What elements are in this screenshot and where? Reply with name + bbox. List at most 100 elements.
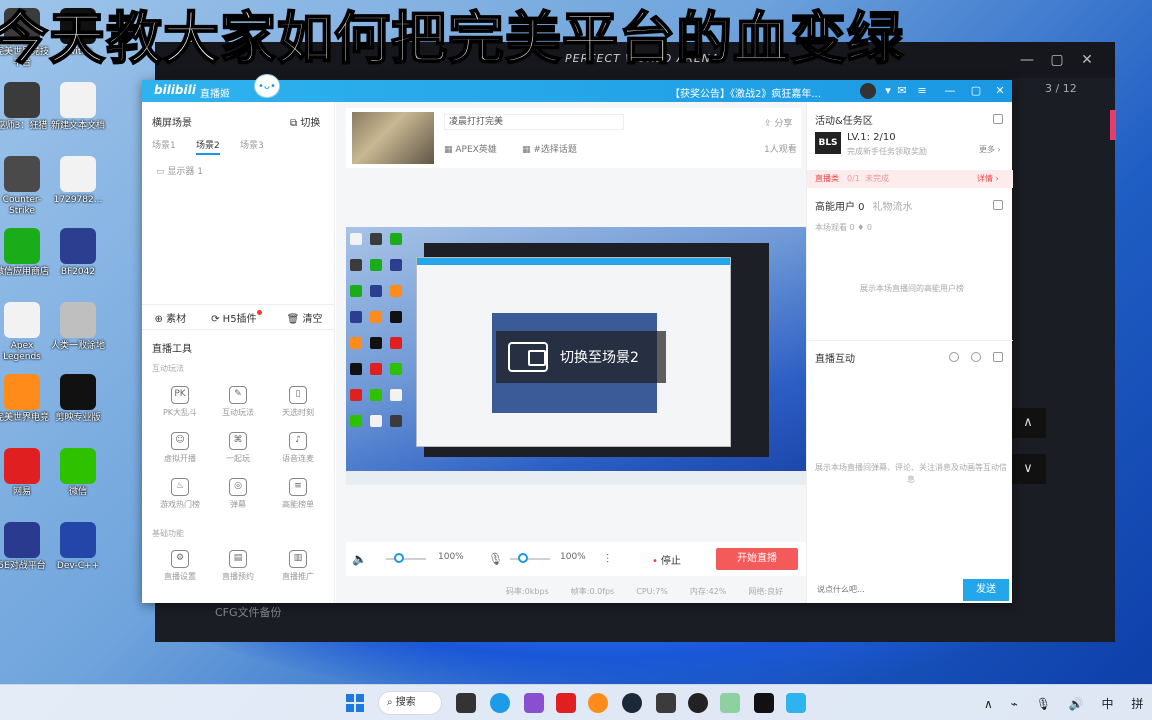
tool-list[interactable]: ≡ 高能榜单 bbox=[270, 478, 326, 510]
topic-label: #选择话题 bbox=[533, 145, 577, 155]
perfect-world-icon[interactable] bbox=[588, 693, 608, 713]
close-icon[interactable]: ✕ bbox=[1075, 48, 1099, 72]
shield-icon[interactable] bbox=[949, 352, 959, 362]
task-detail-link[interactable]: 详情 › bbox=[977, 170, 999, 188]
desktop-icon-label: 1729782... bbox=[53, 195, 103, 205]
switch-orientation-button[interactable]: ⧉ 切换 bbox=[290, 114, 320, 129]
popout-icon[interactable] bbox=[993, 200, 1003, 210]
stream-preview[interactable]: 切换至场景2 bbox=[346, 227, 806, 485]
tool-mic-link[interactable]: ♪ 语音连麦 bbox=[270, 432, 326, 464]
desktop-icon-label: 人类一败涂地 bbox=[50, 341, 105, 351]
tab-scene-1[interactable]: 场景1 bbox=[152, 138, 176, 151]
desktop-icon[interactable]: 新建文本文档 bbox=[48, 82, 108, 132]
scroll-up-button[interactable]: ∧ bbox=[1010, 408, 1046, 438]
stop-button[interactable]: 停止 bbox=[652, 552, 681, 567]
desktop-icon[interactable]: 剪映专业版 bbox=[48, 374, 108, 424]
app-icon bbox=[60, 82, 96, 118]
mic-muted-icon[interactable]: 🎙 bbox=[488, 552, 503, 566]
minimize-icon[interactable]: — bbox=[1015, 48, 1039, 72]
netease-icon[interactable] bbox=[556, 693, 576, 713]
tab-high-value-users[interactable]: 高能用户 0 bbox=[815, 202, 865, 213]
desktop-icon[interactable]: BF2042 bbox=[48, 228, 108, 278]
desktop-icon[interactable]: 完美世界电竞 bbox=[0, 374, 52, 424]
start-live-button[interactable]: 开始直播 bbox=[716, 548, 798, 570]
tool-avatar[interactable]: ☺ 虚拟开播 bbox=[152, 432, 208, 464]
capcut-icon[interactable] bbox=[754, 693, 774, 713]
tool-gear[interactable]: ⚙ 直播设置 bbox=[152, 550, 208, 582]
send-button[interactable]: 发送 bbox=[963, 579, 1009, 601]
mixer-icon[interactable]: ⫶ bbox=[606, 552, 609, 567]
scene-source-item[interactable]: ▭ 显示器 1 bbox=[156, 164, 203, 177]
tool-bullet[interactable]: ◎ 弹幕 bbox=[210, 478, 266, 510]
file-explorer-icon[interactable] bbox=[456, 693, 476, 713]
bilibili-live-icon[interactable] bbox=[786, 693, 806, 713]
topic-selector[interactable]: ▦ #选择话题 bbox=[522, 142, 577, 155]
tool-rank[interactable]: ♨ 游戏热门榜 bbox=[152, 478, 208, 510]
desktop-icon[interactable]: 网易 bbox=[0, 448, 52, 498]
announcement-ticker[interactable]: 【获奖公告】《激战2》疯狂嘉年... bbox=[670, 85, 821, 100]
visual-studio-icon[interactable] bbox=[524, 693, 544, 713]
taskbar-search[interactable]: ⌕ 搜索 bbox=[378, 691, 442, 715]
task-status-bar[interactable]: 直播类 0/1 未完成 详情 › bbox=[807, 170, 1013, 188]
desktop-icon[interactable]: 微信 bbox=[48, 448, 108, 498]
wanmei-arena-icon[interactable] bbox=[656, 693, 676, 713]
close-icon[interactable]: ✕ bbox=[992, 83, 1008, 99]
scroll-down-button[interactable]: ∨ bbox=[1010, 454, 1046, 484]
mic-volume-knob[interactable] bbox=[518, 553, 528, 563]
mail-icon[interactable]: ✉ bbox=[894, 83, 910, 99]
desktop-icon[interactable]: 微信应用商店 bbox=[0, 228, 52, 278]
maximize-icon[interactable]: ▢ bbox=[968, 83, 984, 99]
clear-button[interactable]: 🗑 清空 bbox=[287, 310, 323, 325]
speaker-volume-knob[interactable] bbox=[394, 553, 404, 563]
material-button[interactable]: ⊕ 素材 bbox=[155, 310, 187, 325]
category-selector[interactable]: ▦ APEX英雄 bbox=[444, 142, 497, 155]
h5-plugin-button[interactable]: ⟳ H5插件 bbox=[211, 309, 262, 325]
notepad-icon[interactable] bbox=[720, 693, 740, 713]
desktop-icon[interactable]: 人类一败涂地 bbox=[48, 302, 108, 352]
more-link[interactable]: 更多 › bbox=[979, 144, 1001, 155]
mic-volume-slider[interactable] bbox=[510, 553, 550, 563]
tool-promote[interactable]: ▥ 直播推广 bbox=[270, 550, 326, 582]
tool-interactive[interactable]: ✎ 互动玩法 bbox=[210, 386, 266, 418]
left-panel: 横屏场景 ⧉ 切换 场景1 场景2 场景3 ▭ 显示器 1 ⊕ 素材 ⟳ H5插… bbox=[142, 102, 335, 603]
steam-icon[interactable] bbox=[622, 693, 642, 713]
ime-chinese[interactable]: 中 bbox=[1102, 697, 1114, 711]
room-cover-thumbnail[interactable] bbox=[352, 112, 434, 164]
menu-icon[interactable]: ≡ bbox=[914, 83, 930, 99]
gear-icon[interactable] bbox=[971, 352, 981, 362]
minimize-icon[interactable]: — bbox=[942, 83, 958, 99]
volume-icon[interactable]: 🔊 bbox=[1069, 697, 1084, 711]
app-icon bbox=[4, 228, 40, 264]
speaker-icon[interactable]: 🔈 bbox=[352, 552, 367, 566]
speaker-volume-slider[interactable] bbox=[386, 553, 426, 563]
tool-gamepad[interactable]: ⌘ 一起玩 bbox=[210, 432, 266, 464]
mic-tray-icon[interactable]: 🎙 bbox=[1036, 697, 1051, 711]
tool-pk[interactable]: PK PK大乱斗 bbox=[152, 386, 208, 418]
desktop-icon[interactable]: 巫师3：狂猎 bbox=[0, 82, 52, 132]
wifi-icon[interactable]: ⌁ bbox=[1011, 697, 1018, 711]
tab-gift-flow[interactable]: 礼物流水 bbox=[873, 202, 913, 213]
user-avatar[interactable] bbox=[860, 83, 876, 99]
windows-start-icon[interactable] bbox=[346, 694, 364, 712]
share-button[interactable]: ⇪ 分享 bbox=[764, 116, 792, 129]
popout-icon[interactable] bbox=[993, 352, 1003, 362]
gear-icon: ⚙ bbox=[171, 550, 189, 568]
edge-icon[interactable] bbox=[490, 693, 510, 713]
tray-overflow-icon[interactable]: ∧ bbox=[984, 697, 993, 711]
desktop-icon[interactable]: 5E对战平台 bbox=[0, 522, 52, 572]
room-title-input[interactable]: 凌晨打打完美 bbox=[444, 114, 624, 130]
ime-pinyin[interactable]: 拼 bbox=[1131, 697, 1143, 711]
tool-gift[interactable]: ▯ 天选时刻 bbox=[270, 386, 326, 418]
obs-icon[interactable] bbox=[688, 693, 708, 713]
desktop-icon[interactable]: Apex Legends bbox=[0, 302, 52, 363]
tab-scene-2[interactable]: 场景2 bbox=[196, 138, 220, 155]
tool-calendar[interactable]: ▤ 直播预约 bbox=[210, 550, 266, 582]
desktop-icon[interactable]: Counter-Strike bbox=[0, 156, 52, 217]
desktop-icon[interactable]: Dev-C++ bbox=[48, 522, 108, 572]
share-icon: ⇪ bbox=[764, 119, 775, 129]
popout-icon[interactable] bbox=[993, 114, 1003, 124]
tab-scene-3[interactable]: 场景3 bbox=[240, 138, 264, 151]
maximize-icon[interactable]: ▢ bbox=[1045, 48, 1069, 72]
chat-input[interactable] bbox=[813, 579, 963, 599]
desktop-icon[interactable]: 1729782... bbox=[48, 156, 108, 206]
